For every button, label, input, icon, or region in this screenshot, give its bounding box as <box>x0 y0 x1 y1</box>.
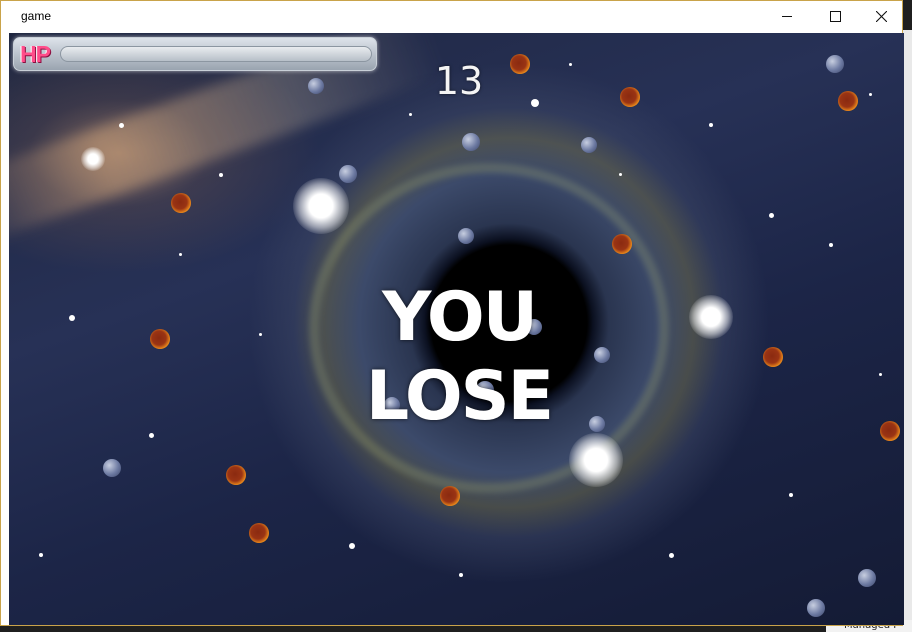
maximize-button[interactable] <box>812 1 858 32</box>
star <box>259 333 262 336</box>
star <box>349 543 355 549</box>
asteroid <box>858 569 876 587</box>
asteroid <box>462 133 480 151</box>
meteor <box>226 465 246 485</box>
meteor <box>880 421 900 441</box>
asteroid <box>458 228 474 244</box>
star <box>179 253 182 256</box>
star <box>829 243 833 247</box>
bright-star <box>293 178 349 234</box>
star <box>869 93 872 96</box>
asteroid <box>103 459 121 477</box>
bright-star <box>569 433 623 487</box>
game-over-message: YOU LOSE <box>365 278 554 436</box>
minimize-button[interactable] <box>764 1 810 32</box>
asteroid <box>339 165 357 183</box>
star <box>119 123 124 128</box>
asteroid <box>826 55 844 73</box>
meteor <box>612 234 632 254</box>
star <box>459 573 463 577</box>
meteor <box>150 329 170 349</box>
star <box>879 373 882 376</box>
close-button[interactable] <box>858 1 904 32</box>
meteor <box>440 486 460 506</box>
meteor <box>510 54 530 74</box>
bright-star <box>81 147 105 171</box>
bright-star <box>689 295 733 339</box>
game-window: game HP 13 YOU LOSE <box>0 0 904 626</box>
hp-bar: HP <box>13 37 377 71</box>
close-icon <box>875 11 887 22</box>
star <box>789 493 793 497</box>
meteor <box>620 87 640 107</box>
asteroid <box>308 78 324 94</box>
meteor <box>763 347 783 367</box>
maximize-icon <box>829 11 841 22</box>
star <box>69 315 75 321</box>
hp-track <box>60 46 372 62</box>
star <box>769 213 774 218</box>
game-canvas[interactable]: HP 13 YOU LOSE <box>9 33 904 625</box>
title-bar[interactable]: game <box>1 1 902 32</box>
star <box>709 123 713 127</box>
star <box>619 173 622 176</box>
star <box>219 173 223 177</box>
meteor <box>249 523 269 543</box>
star <box>669 553 674 558</box>
meteor <box>171 193 191 213</box>
window-title: game <box>21 9 52 23</box>
asteroid <box>581 137 597 153</box>
meteor <box>838 91 858 111</box>
star <box>39 553 43 557</box>
star <box>409 113 412 116</box>
score-counter: 13 <box>434 59 484 103</box>
star <box>149 433 154 438</box>
star <box>569 63 572 66</box>
minimize-icon <box>782 16 792 17</box>
hp-label: HP <box>20 41 51 67</box>
asteroid <box>807 599 825 617</box>
star <box>531 99 539 107</box>
